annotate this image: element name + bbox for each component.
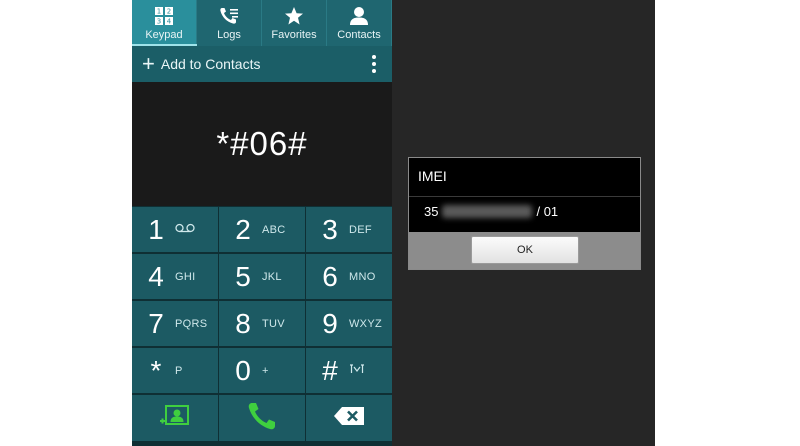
svg-text:2: 2: [167, 8, 171, 16]
key-digit: 2: [235, 213, 251, 245]
key-letters: GHI: [175, 270, 196, 283]
person-icon: [349, 5, 369, 27]
key-letters: P: [175, 364, 183, 377]
tab-contacts[interactable]: Contacts: [327, 0, 392, 46]
svg-text:3: 3: [157, 18, 161, 26]
key-digit: 1: [148, 213, 164, 245]
key-digit: 8: [235, 307, 251, 339]
imei-dialog: IMEI 35 / 01 OK: [408, 157, 641, 270]
key-letters: ABC: [262, 223, 286, 236]
dialog-title: IMEI: [418, 168, 447, 184]
wait-pause-icon: [349, 363, 383, 378]
svg-text:4: 4: [167, 18, 172, 26]
key-letters: DEF: [349, 223, 372, 236]
overflow-menu-icon[interactable]: [366, 54, 382, 74]
key-letters: WXYZ: [349, 317, 382, 330]
key-letters: MNO: [349, 270, 376, 283]
add-to-contacts-button[interactable]: + Add to Contacts: [142, 46, 260, 82]
key-8[interactable]: 8 TUV: [219, 301, 305, 346]
key-5[interactable]: 5 JKL: [219, 254, 305, 299]
ok-button[interactable]: OK: [471, 236, 579, 264]
tab-label: Keypad: [145, 29, 183, 41]
tab-label: Logs: [217, 29, 241, 41]
key-digit: 5: [235, 260, 251, 292]
dialed-number[interactable]: *#06#: [132, 82, 392, 206]
dialog-footer: OK: [409, 232, 640, 269]
phone-call-icon: [246, 400, 278, 437]
key-digit: 6: [322, 260, 338, 292]
key-0[interactable]: 0 +: [219, 348, 305, 393]
key-letters: +: [262, 364, 269, 377]
key-star[interactable]: * P: [132, 348, 218, 393]
key-digit: 4: [148, 260, 164, 292]
imei-prefix: 35: [424, 204, 439, 219]
key-digit: 7: [148, 307, 164, 339]
add-contact-key[interactable]: [132, 395, 218, 441]
svg-text:1: 1: [157, 8, 161, 16]
key-6[interactable]: 6 MNO: [306, 254, 392, 299]
tab-label: Contacts: [337, 29, 381, 41]
tab-logs[interactable]: Logs: [197, 0, 262, 46]
call-log-icon: [219, 5, 239, 27]
tab-label: Favorites: [271, 29, 317, 41]
key-7[interactable]: 7 PQRS: [132, 301, 218, 346]
key-digit: *: [150, 354, 162, 386]
action-bar: + Add to Contacts: [132, 46, 392, 82]
star-icon: [284, 5, 304, 27]
imei-value: 35 / 01: [424, 204, 558, 219]
key-2[interactable]: 2 ABC: [219, 207, 305, 252]
add-to-contacts-label: Add to Contacts: [160, 56, 261, 72]
key-hash[interactable]: #: [306, 348, 392, 393]
key-1[interactable]: 1: [132, 207, 218, 252]
redacted-imei: [442, 205, 533, 218]
key-digit: 9: [322, 307, 338, 339]
voicemail-icon: [175, 223, 209, 236]
key-3[interactable]: 3 DEF: [306, 207, 392, 252]
key-digit: 0: [235, 354, 251, 386]
divider: [409, 196, 640, 197]
tab-keypad[interactable]: 1 2 3 4 Keypad: [132, 0, 197, 46]
keypad-grid-icon: 1 2 3 4: [154, 5, 174, 27]
key-9[interactable]: 9 WXYZ: [306, 301, 392, 346]
key-letters: TUV: [262, 317, 285, 330]
contact-card-icon: [158, 403, 192, 434]
key-letters: PQRS: [175, 317, 208, 330]
backspace-key[interactable]: [306, 395, 392, 441]
tab-favorites[interactable]: Favorites: [262, 0, 327, 46]
dialer-screen: 1 2 3 4 Keypad Logs Favorites Contacts +…: [132, 0, 392, 446]
call-key[interactable]: [219, 395, 305, 441]
imei-suffix: / 01: [536, 204, 559, 219]
tab-bar: 1 2 3 4 Keypad Logs Favorites Contacts: [132, 0, 392, 46]
key-letters: JKL: [262, 270, 282, 283]
key-4[interactable]: 4 GHI: [132, 254, 218, 299]
dial-keypad: 1 2 ABC 3 DEF 4 GHI 5 JKL 6 MNO 7 PQRS 8…: [132, 206, 392, 446]
key-digit: 3: [322, 213, 338, 245]
backspace-icon: [333, 406, 365, 431]
plus-icon: +: [142, 51, 155, 76]
key-digit: #: [322, 354, 338, 386]
